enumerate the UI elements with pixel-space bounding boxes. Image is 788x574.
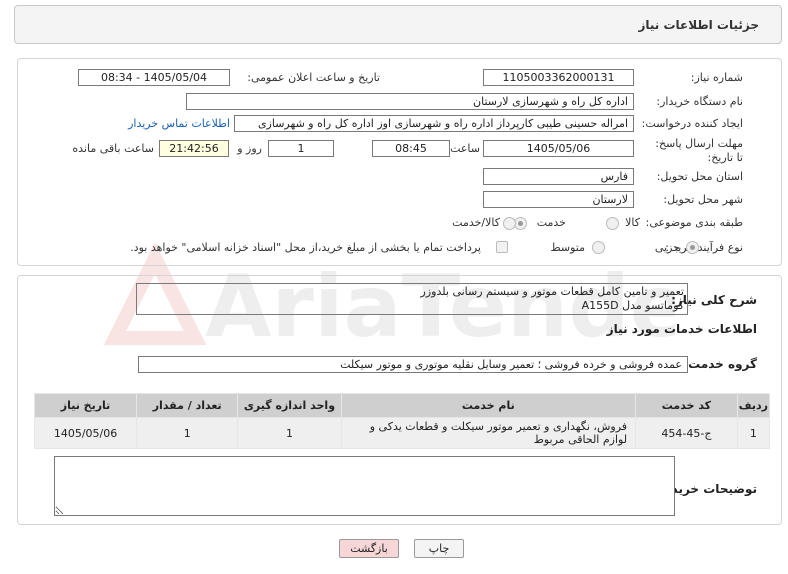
purchase-option-minor: جزیی bbox=[654, 241, 680, 254]
category-option-goods-service: کالا/خدمت bbox=[452, 216, 500, 229]
col-qty: تعداد / مقدار bbox=[136, 393, 239, 418]
page-header: جزئیات اطلاعات نیاز bbox=[14, 5, 782, 44]
page-title: جزئیات اطلاعات نیاز bbox=[638, 18, 759, 32]
deadline-time-field[interactable]: 08:45 bbox=[372, 140, 450, 157]
table-row[interactable]: 1 ج-45-454 فروش، نگهداری و تعمیر موتور س… bbox=[33, 417, 771, 449]
cell-unit: 1 bbox=[237, 417, 342, 449]
requester-field[interactable]: امراله حسینی طیبی کارپرداز اداره راه و ش… bbox=[234, 115, 634, 132]
services-table: ردیف کد خدمت نام خدمت واحد اندازه گیری ت… bbox=[33, 393, 771, 449]
deadline-time-label: ساعت bbox=[450, 142, 480, 155]
requester-label: ایجاد کننده درخواست: bbox=[641, 117, 743, 130]
province-label: استان محل تحویل: bbox=[656, 170, 743, 183]
buyer-org-field[interactable]: اداره کل راه و شهرسازی لارستان bbox=[186, 93, 634, 110]
province-field[interactable]: فارس bbox=[483, 168, 634, 185]
cell-row: 1 bbox=[736, 417, 771, 449]
col-name: نام خدمت bbox=[340, 393, 637, 418]
print-button[interactable]: چاپ bbox=[414, 539, 464, 558]
purchase-radio-medium[interactable] bbox=[592, 241, 605, 254]
remaining-time-label: ساعت باقی مانده bbox=[72, 142, 154, 155]
summary-line-1: تعمیر و تامین کامل قطعات موتور و سیستم ر… bbox=[420, 285, 684, 298]
announce-datetime-label: تاریخ و ساعت اعلان عمومی: bbox=[247, 71, 380, 84]
back-button[interactable]: بازگشت bbox=[339, 539, 399, 558]
days-label: روز و bbox=[237, 142, 262, 155]
summary-line-2: کوماتسو مدل A155D bbox=[581, 299, 684, 312]
remaining-time-field[interactable]: 21:42:56 bbox=[159, 140, 229, 157]
category-label: طبقه بندی موضوعی: bbox=[645, 216, 743, 229]
treasury-note: پرداخت تمام یا بخشی از مبلغ خرید،از محل … bbox=[130, 241, 481, 254]
deadline-label: مهلت ارسال پاسخ: تا تاریخ: bbox=[655, 137, 743, 164]
days-remaining-field[interactable]: 1 bbox=[268, 140, 334, 157]
service-group-label: گروه خدمت: bbox=[683, 357, 757, 371]
buyer-org-label: نام دستگاه خریدار: bbox=[656, 95, 743, 108]
treasury-checkbox[interactable] bbox=[496, 241, 508, 253]
city-field[interactable]: لارستان bbox=[483, 191, 634, 208]
category-radio-goods-service[interactable] bbox=[503, 217, 516, 230]
category-option-service: خدمت bbox=[536, 216, 566, 229]
announce-datetime-field[interactable]: 1405/05/04 - 08:34 bbox=[78, 69, 230, 86]
buyer-notes-field[interactable] bbox=[54, 456, 675, 516]
services-section-title: اطلاعات خدمات مورد نیاز bbox=[606, 322, 757, 336]
need-number-label: شماره نیاز: bbox=[690, 71, 743, 84]
city-label: شهر محل تحویل: bbox=[663, 193, 743, 206]
purchase-option-medium: متوسط bbox=[550, 241, 585, 254]
col-date: تاریخ نیاز bbox=[33, 393, 138, 418]
col-code: کد خدمت bbox=[635, 393, 738, 418]
deadline-date-field[interactable]: 1405/05/06 bbox=[483, 140, 634, 157]
cell-code: ج-45-454 bbox=[635, 417, 738, 449]
cell-date: 1405/05/06 bbox=[33, 417, 138, 449]
need-number-field[interactable]: 1105003362000131 bbox=[483, 69, 634, 86]
category-radio-goods[interactable] bbox=[606, 217, 619, 230]
cell-qty: 1 bbox=[136, 417, 239, 449]
buyer-contact-link[interactable]: اطلاعات تماس خریدار bbox=[128, 117, 230, 130]
purchase-radio-minor[interactable] bbox=[686, 241, 699, 254]
col-row: ردیف bbox=[736, 393, 771, 418]
table-header-row: ردیف کد خدمت نام خدمت واحد اندازه گیری ت… bbox=[33, 393, 771, 418]
col-unit: واحد اندازه گیری bbox=[237, 393, 342, 418]
service-group-field[interactable]: عمده فروشی و خرده فروشی ؛ تعمیر وسایل نق… bbox=[138, 356, 688, 373]
summary-field[interactable]: تعمیر و تامین کامل قطعات موتور و سیستم ر… bbox=[136, 283, 688, 315]
cell-name: فروش، نگهداری و تعمیر موتور سیکلت و قطعا… bbox=[340, 417, 637, 449]
category-option-goods: کالا bbox=[625, 216, 640, 229]
